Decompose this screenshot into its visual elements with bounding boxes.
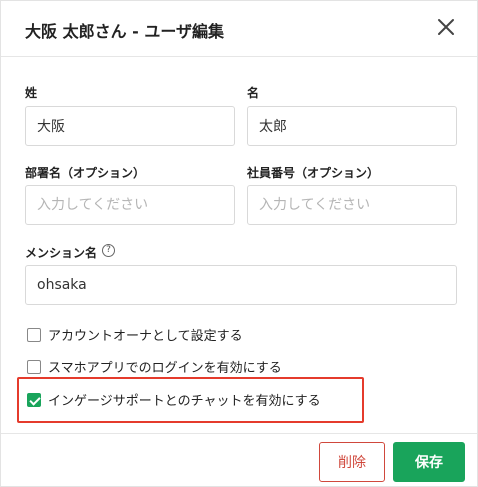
mention-label: メンション名	[25, 246, 98, 260]
checkbox-account-owner[interactable]: アカウントオーナとして設定する	[27, 325, 243, 344]
checkbox-box[interactable]	[27, 327, 41, 342]
employee-number-label: 社員番号（オプション）	[247, 166, 380, 180]
employee-number-input[interactable]	[247, 185, 457, 225]
user-edit-dialog: 大阪 太郎さん - ユーザ編集 姓 名 部署名（オプション） 社員番号（オプショ…	[0, 0, 478, 487]
checkbox-box[interactable]	[27, 359, 41, 374]
last-name-input[interactable]	[25, 106, 235, 146]
last-name-label: 姓	[25, 86, 38, 100]
save-button[interactable]: 保存	[393, 442, 465, 482]
close-icon[interactable]	[435, 16, 457, 38]
department-label: 部署名（オプション）	[25, 166, 146, 180]
department-input[interactable]	[25, 185, 235, 225]
checkbox-mobile-login[interactable]: スマホアプリでのログインを有効にする	[27, 357, 282, 376]
checkbox-label: スマホアプリでのログインを有効にする	[48, 361, 282, 376]
help-icon[interactable]: ?	[102, 244, 115, 257]
first-name-label: 名	[247, 86, 260, 100]
dialog-title: 大阪 太郎さん - ユーザ編集	[25, 22, 225, 41]
first-name-input[interactable]	[247, 106, 457, 146]
mention-input[interactable]	[25, 265, 457, 305]
checkbox-label: アカウントオーナとして設定する	[48, 329, 243, 344]
dialog-header: 大阪 太郎さん - ユーザ編集	[1, 1, 477, 57]
highlight-box	[17, 377, 364, 423]
delete-button[interactable]: 削除	[319, 442, 385, 482]
footer-divider	[1, 433, 477, 434]
